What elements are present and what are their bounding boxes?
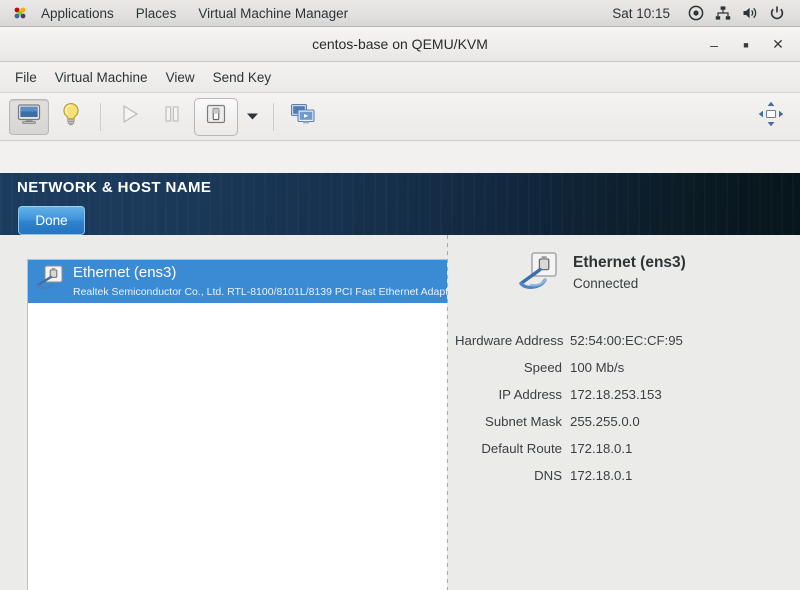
lightbulb-icon [60, 102, 82, 131]
window-title: centos-base on QEMU/KVM [312, 36, 488, 52]
resize-arrows-icon [757, 100, 785, 133]
detail-value: 172.18.0.1 [570, 441, 633, 456]
page-title: NETWORK & HOST NAME [17, 179, 212, 196]
toolbar-separator-2 [273, 102, 274, 131]
anaconda-body: Ethernet (ens3) Realtek Semiconductor Co… [0, 235, 800, 590]
detail-label: Speed [523, 360, 562, 375]
detail-value: 255.255.0.0 [570, 414, 640, 429]
detail-value: 100 Mb/s [570, 360, 625, 375]
power-switch-icon [205, 103, 227, 130]
detail-row: DNS 172.18.0.1 [455, 462, 800, 489]
play-icon [119, 103, 141, 130]
chevron-down-icon [246, 108, 259, 126]
network-icon[interactable] [710, 0, 736, 27]
detail-header-text: Ethernet (ens3) Connected [573, 249, 686, 293]
detail-row: Subnet Mask 255.255.0.0 [455, 408, 800, 435]
pause-icon [162, 104, 182, 129]
fedora-logo-icon [0, 0, 30, 27]
accessibility-icon[interactable] [683, 0, 709, 27]
applications-menu[interactable]: Applications [30, 0, 125, 27]
detail-row: Hardware Address 52:54:00:EC:CF:95 [455, 327, 800, 354]
status-badge: Connected [573, 276, 639, 291]
active-window-menu[interactable]: Virtual Machine Manager [187, 0, 359, 27]
detail-row: IP Address 172.18.253.153 [455, 381, 800, 408]
detail-header: Ethernet (ens3) Connected [515, 249, 686, 302]
toolbar-separator [100, 102, 101, 131]
virt-manager-window: centos-base on QEMU/KVM – ■ ✕ File Virtu… [0, 27, 800, 590]
detail-title: Ethernet (ens3) [573, 254, 686, 271]
list-item-description: Realtek Semiconductor Co., Ltd. RTL-8100… [73, 285, 447, 298]
detail-label: DNS [534, 468, 562, 483]
menu-send-key[interactable]: Send Key [204, 66, 281, 89]
volume-icon[interactable] [737, 0, 763, 27]
detail-value: 172.18.253.153 [570, 387, 662, 402]
list-item-title: Ethernet (ens3) [73, 263, 177, 281]
interface-detail-panel: Ethernet (ens3) Connected Hardware Addre… [455, 235, 800, 590]
detail-rows: Hardware Address 52:54:00:EC:CF:95 Speed… [455, 327, 800, 489]
power-icon[interactable] [764, 0, 790, 27]
done-button[interactable]: Done [18, 206, 85, 235]
monitor-icon [17, 103, 41, 130]
run-button[interactable] [110, 99, 150, 135]
toolbar [0, 93, 800, 141]
anaconda-network-screen: NETWORK & HOST NAME Done Ethernet (ens3)… [0, 173, 800, 590]
menu-virtual-machine[interactable]: Virtual Machine [46, 66, 157, 89]
menu-view[interactable]: View [157, 66, 204, 89]
fullscreen-button[interactable] [751, 99, 791, 135]
maximize-button[interactable]: ■ [732, 31, 760, 59]
show-console-button[interactable] [9, 98, 49, 135]
close-button[interactable]: ✕ [764, 31, 792, 59]
snapshots-button[interactable] [283, 99, 323, 135]
list-item[interactable]: Ethernet (ens3) Realtek Semiconductor Co… [28, 260, 447, 303]
minimize-button[interactable]: – [700, 31, 728, 59]
detail-row: Speed 100 Mb/s [455, 354, 800, 381]
detail-label: IP Address [498, 387, 562, 402]
interface-list[interactable]: Ethernet (ens3) Realtek Semiconductor Co… [27, 259, 447, 590]
shutdown-menu-arrow[interactable] [239, 99, 265, 135]
top-bar-status-area: Sat 10:15 [606, 0, 800, 27]
shutdown-button[interactable] [194, 97, 238, 136]
places-menu[interactable]: Places [125, 0, 188, 27]
show-details-button[interactable] [51, 99, 91, 135]
detail-row: Default Route 172.18.0.1 [455, 435, 800, 462]
menu-bar: File Virtual Machine View Send Key [0, 62, 800, 93]
desktop-top-bar: Applications Places Virtual Machine Mana… [0, 0, 800, 27]
window-titlebar: centos-base on QEMU/KVM – ■ ✕ [0, 27, 800, 62]
list-item-text: Ethernet (ens3) Realtek Semiconductor Co… [73, 264, 447, 300]
window-controls: – ■ ✕ [700, 27, 792, 62]
detail-label: Hardware Address [455, 333, 564, 348]
pause-button[interactable] [152, 99, 192, 135]
detail-value: 172.18.0.1 [570, 468, 633, 483]
detail-value: 52:54:00:EC:CF:95 [570, 333, 683, 348]
screens-icon [290, 103, 316, 130]
ethernet-plug-icon [34, 263, 66, 300]
panel-divider [447, 235, 448, 590]
detail-label: Subnet Mask [485, 414, 562, 429]
menu-file[interactable]: File [6, 66, 46, 89]
detail-label: Default Route [481, 441, 562, 456]
anaconda-header: NETWORK & HOST NAME Done [0, 173, 800, 235]
clock[interactable]: Sat 10:15 [606, 6, 682, 21]
ethernet-plug-icon [515, 249, 563, 302]
